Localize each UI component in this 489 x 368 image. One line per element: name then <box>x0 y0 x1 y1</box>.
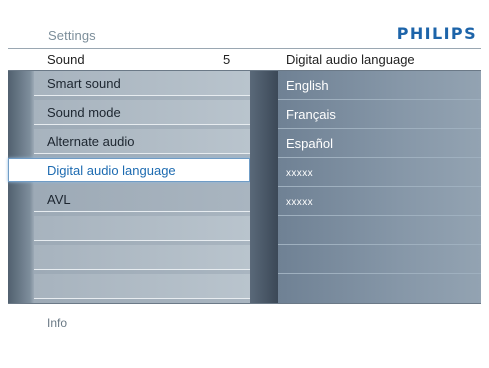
breadcrumb: Sound 5 Digital audio language <box>8 50 481 70</box>
menu-item-label: Digital audio language <box>47 163 176 178</box>
menu-item-alternate-audio[interactable]: Alternate audio <box>34 129 250 154</box>
option-label: Français <box>286 107 336 122</box>
footer-divider <box>8 303 481 304</box>
menu-item-sound-mode[interactable]: Sound mode <box>34 100 250 125</box>
language-options-list: English Français Español xxxxx xxxxx <box>278 71 481 303</box>
panel-divider <box>250 71 278 303</box>
header-divider <box>8 48 481 49</box>
option-empty <box>278 216 481 245</box>
option-label: xxxxx <box>286 168 313 179</box>
option-english[interactable]: English <box>278 71 481 100</box>
menu-item-smart-sound[interactable]: Smart sound <box>34 71 250 96</box>
info-label: Info <box>47 316 68 330</box>
menu-item-label: Smart sound <box>47 76 121 91</box>
current-menu-header: Sound 5 <box>8 50 248 70</box>
sound-menu-list: Smart sound Sound mode Alternate audio D… <box>8 71 250 303</box>
option-label: Español <box>286 136 333 151</box>
submenu-title: Digital audio language <box>286 52 415 67</box>
option-empty <box>278 245 481 274</box>
option-label: English <box>286 78 329 93</box>
header: Settings PHILIPS <box>8 21 481 49</box>
option-placeholder[interactable]: xxxxx <box>278 187 481 216</box>
option-label: xxxxx <box>286 197 313 208</box>
page-title: Settings <box>48 28 96 43</box>
option-espanol[interactable]: Español <box>278 129 481 158</box>
menu-item-avl[interactable]: AVL <box>34 187 250 212</box>
menu-item-label: Sound mode <box>47 105 121 120</box>
option-placeholder[interactable]: xxxxx <box>278 158 481 187</box>
menu-item-label: AVL <box>47 192 71 207</box>
submenu-header: Digital audio language <box>278 50 481 70</box>
option-empty <box>278 274 481 303</box>
option-francais[interactable]: Français <box>278 100 481 129</box>
brand-logo: PHILIPS <box>396 24 477 43</box>
menu-item-digital-audio-language[interactable]: Digital audio language <box>8 158 250 182</box>
menu-item-empty <box>34 245 250 270</box>
tv-settings-screen: Settings PHILIPS Sound 5 Digital audio l… <box>0 0 489 368</box>
current-menu-value: 5 <box>223 52 231 67</box>
menu-item-empty <box>34 216 250 241</box>
menu-item-empty <box>34 274 250 299</box>
current-menu-label: Sound <box>47 52 85 67</box>
menu-item-label: Alternate audio <box>47 134 135 149</box>
